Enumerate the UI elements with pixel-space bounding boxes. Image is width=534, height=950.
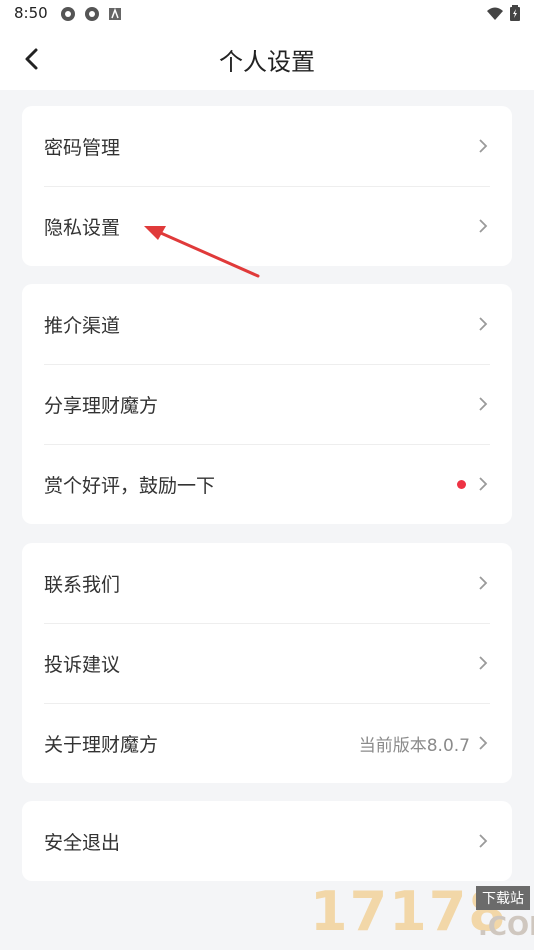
chevron-right-icon (479, 317, 488, 331)
version-value: 当前版本8.0.7 (358, 735, 470, 756)
app-notification-icon (60, 6, 76, 22)
battery-icon (510, 5, 520, 25)
row-label: 隐私设置 (44, 216, 121, 239)
settings-group-support: 联系我们 投诉建议 关于理财魔方 当前版本8.0.7 (22, 543, 512, 783)
new-badge-dot (457, 479, 466, 489)
row-feedback[interactable]: 投诉建议 (22, 623, 512, 703)
page-title: 个人设置 (219, 48, 315, 76)
chevron-right-icon (479, 736, 488, 750)
system-status (486, 5, 520, 25)
chevron-right-icon (479, 576, 488, 590)
watermark-tag: 下载站 (476, 886, 530, 910)
settings-group-share: 推介渠道 分享理财魔方 赏个好评，鼓励一下 (22, 284, 512, 524)
chevron-right-icon (479, 219, 488, 233)
row-rate-app[interactable]: 赏个好评，鼓励一下 (22, 444, 512, 524)
row-referral-channel[interactable]: 推介渠道 (22, 284, 512, 364)
row-label: 分享理财魔方 (44, 394, 159, 417)
chevron-right-icon (479, 656, 488, 670)
watermark-domain: .COM (478, 912, 534, 942)
status-bar: 8:50 (0, 0, 534, 28)
chevron-right-icon (479, 139, 488, 153)
status-time: 8:50 (14, 4, 48, 22)
chevron-right-icon (479, 834, 488, 848)
settings-group-account: 密码管理 隐私设置 (22, 106, 512, 266)
row-password-management[interactable]: 密码管理 (22, 106, 512, 186)
row-logout[interactable]: 安全退出 (22, 801, 512, 881)
row-label: 安全退出 (44, 831, 121, 854)
row-label: 密码管理 (44, 136, 121, 159)
wifi-icon (486, 6, 504, 25)
notification-icons (60, 6, 124, 22)
chevron-right-icon (479, 397, 488, 411)
row-contact-us[interactable]: 联系我们 (22, 543, 512, 623)
row-about[interactable]: 关于理财魔方 当前版本8.0.7 (22, 703, 512, 783)
row-label: 关于理财魔方 (44, 733, 159, 756)
chevron-right-icon (479, 477, 488, 491)
app-notification-icon (84, 6, 100, 22)
row-privacy-settings[interactable]: 隐私设置 (22, 186, 512, 266)
watermark-logo: 17178 下载站 .COM (310, 880, 534, 950)
row-label: 投诉建议 (44, 653, 121, 676)
row-label: 联系我们 (44, 573, 121, 596)
row-label: 赏个好评，鼓励一下 (44, 474, 216, 497)
app-bar: 个人设置 (0, 28, 534, 90)
font-notification-icon (108, 6, 124, 22)
settings-group-logout: 安全退出 (22, 801, 512, 881)
row-label: 推介渠道 (44, 314, 121, 337)
row-share-app[interactable]: 分享理财魔方 (22, 364, 512, 444)
